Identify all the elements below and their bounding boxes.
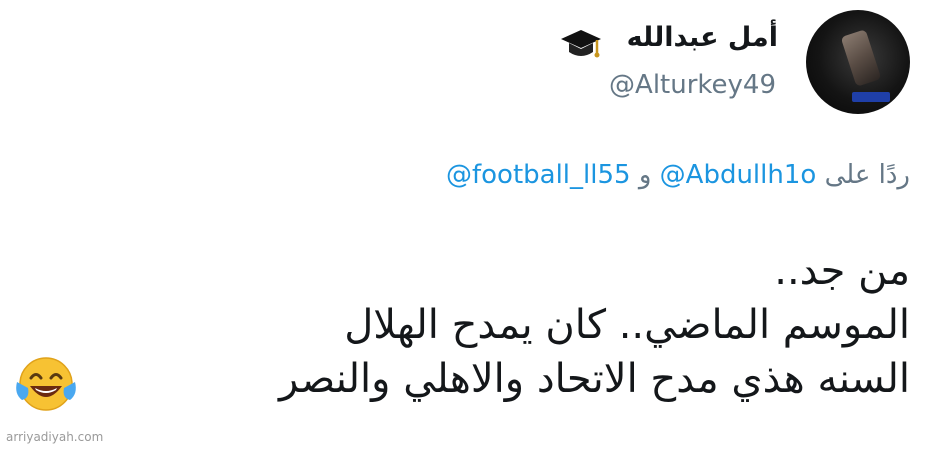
tweet-text: من جد.. الموسم الماضي.. كان يمدح الهلال … [10, 244, 910, 406]
reply-prefix: ردًا على [824, 160, 910, 190]
reply-joiner: و [638, 160, 652, 190]
mention-link-abdullh1o[interactable]: @Abdullh1o [660, 160, 817, 190]
tweet-line-1: من جد.. [774, 248, 910, 294]
tweet-line-3: السنه هذي مدح الاتحاد والاهلي والنصر [279, 356, 910, 402]
reply-context: ردًا على @Abdullh1o و @football_ll55 [446, 160, 910, 190]
tweet-line-2: الموسم الماضي.. كان يمدح الهلال [344, 302, 910, 348]
face-with-tears-of-joy-icon [16, 357, 76, 411]
display-name[interactable]: أمل عبدالله [627, 22, 778, 53]
graduation-cap-icon [561, 30, 601, 58]
watermark: arriyadiyah.com [6, 430, 104, 444]
avatar-tag-shape [852, 92, 890, 102]
avatar-phone-shape [840, 29, 882, 87]
avatar[interactable] [806, 10, 910, 114]
user-handle[interactable]: @Alturkey49 [609, 70, 776, 100]
tweet-card: أمل عبدالله @Alturkey49 ردًا على @Abdull… [0, 0, 950, 450]
mention-link-football[interactable]: @football_ll55 [446, 160, 631, 190]
